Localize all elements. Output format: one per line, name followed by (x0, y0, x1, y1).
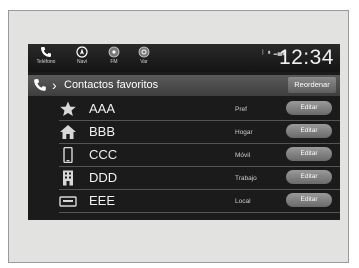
contact-row[interactable]: AAA Pref Editar (59, 98, 340, 121)
radio-icon (108, 46, 120, 58)
contact-row[interactable]: CCC Móvil Editar (59, 144, 340, 167)
fm-button[interactable]: FM (100, 46, 128, 70)
chevron-right-icon: › (52, 77, 57, 93)
contact-type: Hogar (235, 129, 253, 136)
navi-button-label: Navi (76, 59, 87, 65)
contact-row[interactable]: BBB Hogar Editar (59, 121, 340, 144)
edit-button[interactable]: Editar (286, 193, 332, 207)
phone-button-label: Teléfono (36, 59, 56, 65)
contact-type: Pref (235, 106, 247, 113)
settings-button-label: Var (140, 59, 148, 65)
favorites-header: › Contactos favoritos Reordenar (28, 75, 340, 96)
status-bar: Teléfono Navi FM Var ᛒ ▮ ▂▄▆ 12:34 (28, 44, 340, 72)
infotainment-screen: Teléfono Navi FM Var ᛒ ▮ ▂▄▆ 12:34 › Con… (28, 44, 340, 220)
work-building-icon (59, 170, 77, 186)
edit-button[interactable]: Editar (286, 170, 332, 184)
contact-name: CCC (89, 147, 118, 162)
contact-name: AAA (89, 101, 116, 116)
contact-row[interactable]: DDD Trabajo Editar (59, 167, 340, 190)
contact-name: BBB (89, 124, 116, 139)
phone-icon (33, 78, 47, 97)
landline-icon (59, 193, 77, 209)
star-icon (59, 101, 77, 117)
contact-name: EEE (89, 193, 116, 208)
phone-button[interactable]: Teléfono (32, 46, 60, 70)
contact-type: Móvil (235, 152, 251, 159)
contact-type: Local (235, 198, 251, 205)
navi-button[interactable]: Navi (68, 46, 96, 70)
fm-button-label: FM (110, 59, 118, 65)
navigation-icon (76, 46, 88, 58)
edit-button[interactable]: Editar (286, 147, 332, 161)
clock: 12:34 (278, 46, 334, 69)
contact-row[interactable]: EEE Local Editar (59, 190, 340, 213)
bluetooth-icon: ᛒ (261, 50, 266, 56)
edit-button[interactable]: Editar (286, 101, 332, 115)
contact-name: DDD (89, 170, 118, 185)
settings-button[interactable]: Var (130, 46, 158, 70)
page-title: Contactos favoritos (64, 79, 159, 91)
home-icon (59, 124, 77, 140)
contact-type: Trabajo (235, 175, 257, 182)
reorder-button[interactable]: Reordenar (288, 77, 336, 93)
mobile-phone-icon (59, 146, 77, 164)
edit-button[interactable]: Editar (286, 124, 332, 138)
battery-icon: ▮ (267, 50, 272, 56)
phone-icon (40, 46, 52, 58)
settings-icon (138, 46, 150, 58)
